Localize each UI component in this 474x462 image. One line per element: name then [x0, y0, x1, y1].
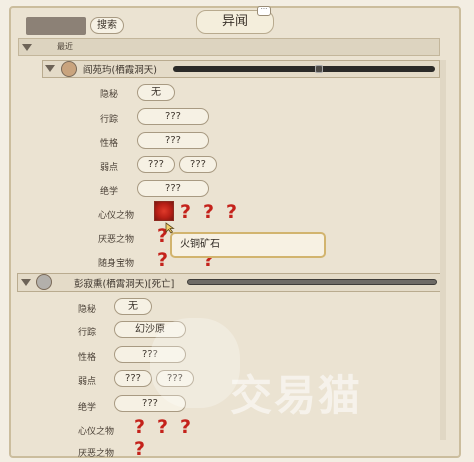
field-label-yanwu: 厌恶之物	[98, 235, 135, 245]
unknown-item-icon[interactable]: ?	[180, 202, 191, 222]
search-button[interactable]: 搜索	[90, 17, 124, 34]
field-label-ruodian: 弱点	[78, 377, 97, 387]
progress-bar	[173, 66, 435, 72]
field-value-yinmi: 无	[114, 298, 152, 315]
field-label-xingzong: 行踪	[100, 115, 119, 125]
scrollbar[interactable]	[440, 60, 446, 440]
field-label-yinmi: 隐秘	[78, 305, 97, 315]
collapse-triangle-icon[interactable]	[21, 279, 31, 286]
recent-section-header[interactable]	[18, 38, 440, 56]
field-value-ruodian-1: ???	[137, 156, 175, 173]
field-label-xinyi: 心仪之物	[98, 211, 135, 221]
field-value-xingge: ???	[137, 132, 209, 149]
character-name: 彭寂熏(栖霄洞天)[死亡]	[74, 279, 175, 290]
unknown-item-icon[interactable]: ?	[157, 417, 168, 437]
field-value-juexue: ???	[137, 180, 209, 197]
unknown-item-icon[interactable]: ?	[203, 202, 214, 222]
collapse-triangle-icon[interactable]	[22, 44, 32, 51]
field-label-juexue: 绝学	[100, 187, 119, 197]
unknown-item-icon[interactable]: ?	[226, 202, 237, 222]
search-input[interactable]	[26, 17, 86, 35]
avatar	[61, 61, 77, 77]
fire-copper-ore-icon[interactable]	[154, 201, 174, 221]
watermark: 交易猫	[230, 371, 363, 420]
progress-knob[interactable]	[315, 65, 323, 73]
chat-bubble-icon[interactable]: ···	[257, 6, 271, 16]
field-label-yanwu: 厌恶之物	[78, 449, 115, 459]
field-label-juexue: 绝学	[78, 403, 97, 413]
watermark-logo-icon	[150, 318, 240, 408]
field-label-ruodian: 弱点	[100, 163, 119, 173]
avatar	[36, 274, 52, 290]
character-name: 阎苑玙(栖霞洞天)	[83, 65, 157, 76]
unknown-item-icon[interactable]: ?	[180, 417, 191, 437]
field-value-yinmi: 无	[137, 84, 175, 101]
field-label-xingge: 性格	[78, 353, 97, 363]
field-label-xingge: 性格	[100, 139, 119, 149]
recent-label: 最近	[57, 42, 73, 51]
unknown-item-icon[interactable]: ?	[157, 250, 168, 270]
field-label-yinmi: 隐秘	[100, 90, 119, 100]
item-tooltip: 火铜矿石	[170, 232, 326, 258]
field-label-suishen: 随身宝物	[98, 259, 135, 269]
unknown-item-icon[interactable]: ?	[134, 439, 145, 459]
progress-bar	[187, 279, 437, 285]
unknown-item-icon[interactable]: ?	[134, 417, 145, 437]
field-value-ruodian-1: ???	[114, 370, 152, 387]
field-value-xingzong: ???	[137, 108, 209, 125]
field-label-xingzong: 行踪	[78, 328, 97, 338]
field-label-xinyi: 心仪之物	[78, 427, 115, 437]
field-value-ruodian-2: ???	[179, 156, 217, 173]
collapse-triangle-icon[interactable]	[45, 65, 55, 72]
